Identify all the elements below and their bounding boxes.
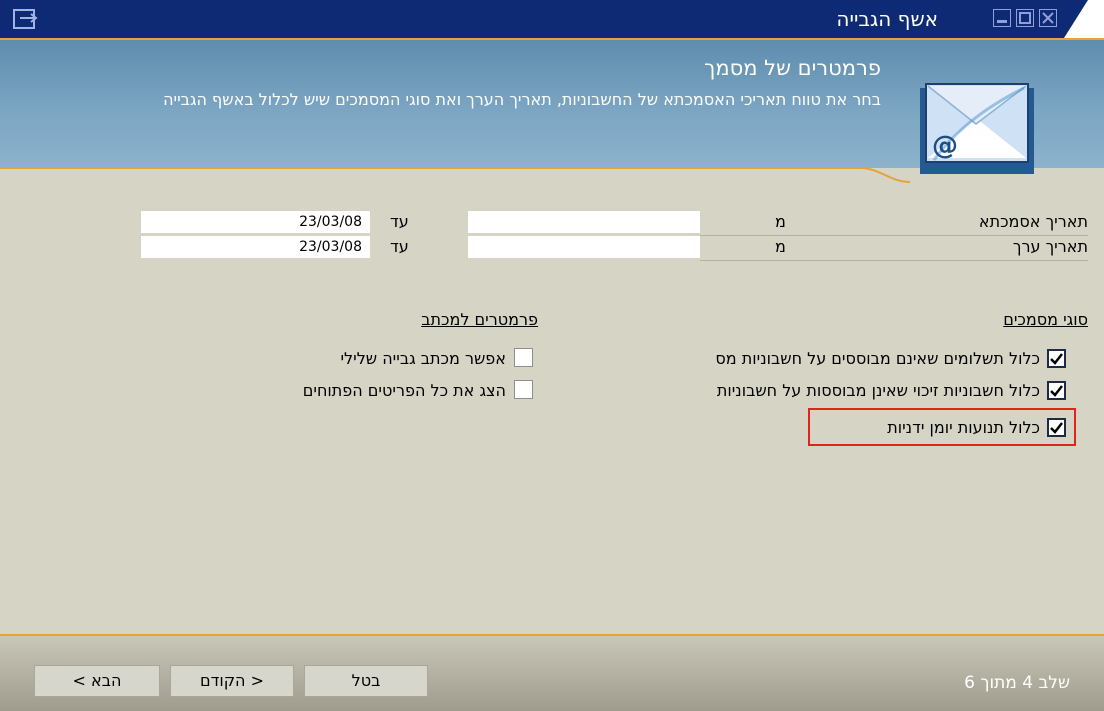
value-date-from-field[interactable] — [468, 236, 700, 258]
page-description: בחר את טווח תאריכי האסמכתא של החשבוניות,… — [163, 90, 881, 109]
letter-params-heading: פרמטרים למכתב — [421, 310, 538, 329]
cancel-button[interactable]: בטל — [304, 665, 428, 697]
svg-text:@: @ — [932, 131, 958, 161]
header-divider-slope — [860, 167, 910, 183]
value-date-label: תאריך ערך — [1012, 237, 1088, 256]
highlight-box — [808, 408, 1076, 446]
value-date-to-label: עד — [390, 237, 409, 256]
include-payments-label: כלול תשלומים שאינם מבוססים על חשבוניות מ… — [715, 349, 1040, 368]
allow-negative-letter-checkbox[interactable] — [514, 348, 533, 367]
email-envelope-icon: @ — [920, 83, 1034, 174]
window-title: אשף הגבייה — [836, 7, 938, 31]
ref-date-from-field[interactable] — [468, 211, 700, 233]
show-open-items-label: הצג את כל הפריטים הפתוחים — [302, 381, 506, 400]
maximize-button[interactable] — [1016, 9, 1034, 27]
back-button[interactable]: < הקודם — [170, 665, 294, 697]
close-button[interactable] — [1039, 9, 1057, 27]
maximize-icon — [1019, 12, 1031, 24]
next-button[interactable]: הבא > — [34, 665, 160, 697]
ref-date-to-label: עד — [390, 212, 409, 231]
ref-date-from-label: מ — [775, 212, 786, 231]
ref-date-row-line — [700, 235, 1088, 236]
doc-types-heading: סוגי מסמכים — [1003, 310, 1088, 329]
checkmark-icon — [1050, 353, 1063, 365]
include-credit-memos-label: כלול חשבוניות זיכוי שאינן מבוססות על חשב… — [716, 381, 1040, 400]
title-bar — [0, 0, 1104, 40]
app-menu-icon[interactable] — [12, 6, 38, 32]
value-date-row-line — [700, 260, 1088, 261]
ref-date-label: תאריך אסמכתא — [978, 212, 1088, 231]
minimize-icon — [997, 20, 1007, 23]
value-date-to-field[interactable]: 23/03/08 — [141, 236, 370, 258]
include-payments-checkbox[interactable] — [1047, 349, 1066, 368]
header-divider — [0, 167, 860, 169]
allow-negative-letter-label: אפשר מכתב גבייה שלילי — [340, 349, 506, 368]
value-date-from-label: מ — [775, 237, 786, 256]
checkmark-icon — [1050, 385, 1063, 397]
wizard-footer — [0, 636, 1104, 711]
include-credit-memos-checkbox[interactable] — [1047, 381, 1066, 400]
close-icon — [1042, 12, 1054, 24]
ref-date-to-field[interactable]: 23/03/08 — [141, 211, 370, 233]
page-title: פרמטרים של מסמך — [704, 56, 881, 80]
step-indicator: שלב 4 מתוך 6 — [964, 673, 1070, 693]
show-open-items-checkbox[interactable] — [514, 380, 533, 399]
minimize-button[interactable] — [993, 9, 1011, 27]
